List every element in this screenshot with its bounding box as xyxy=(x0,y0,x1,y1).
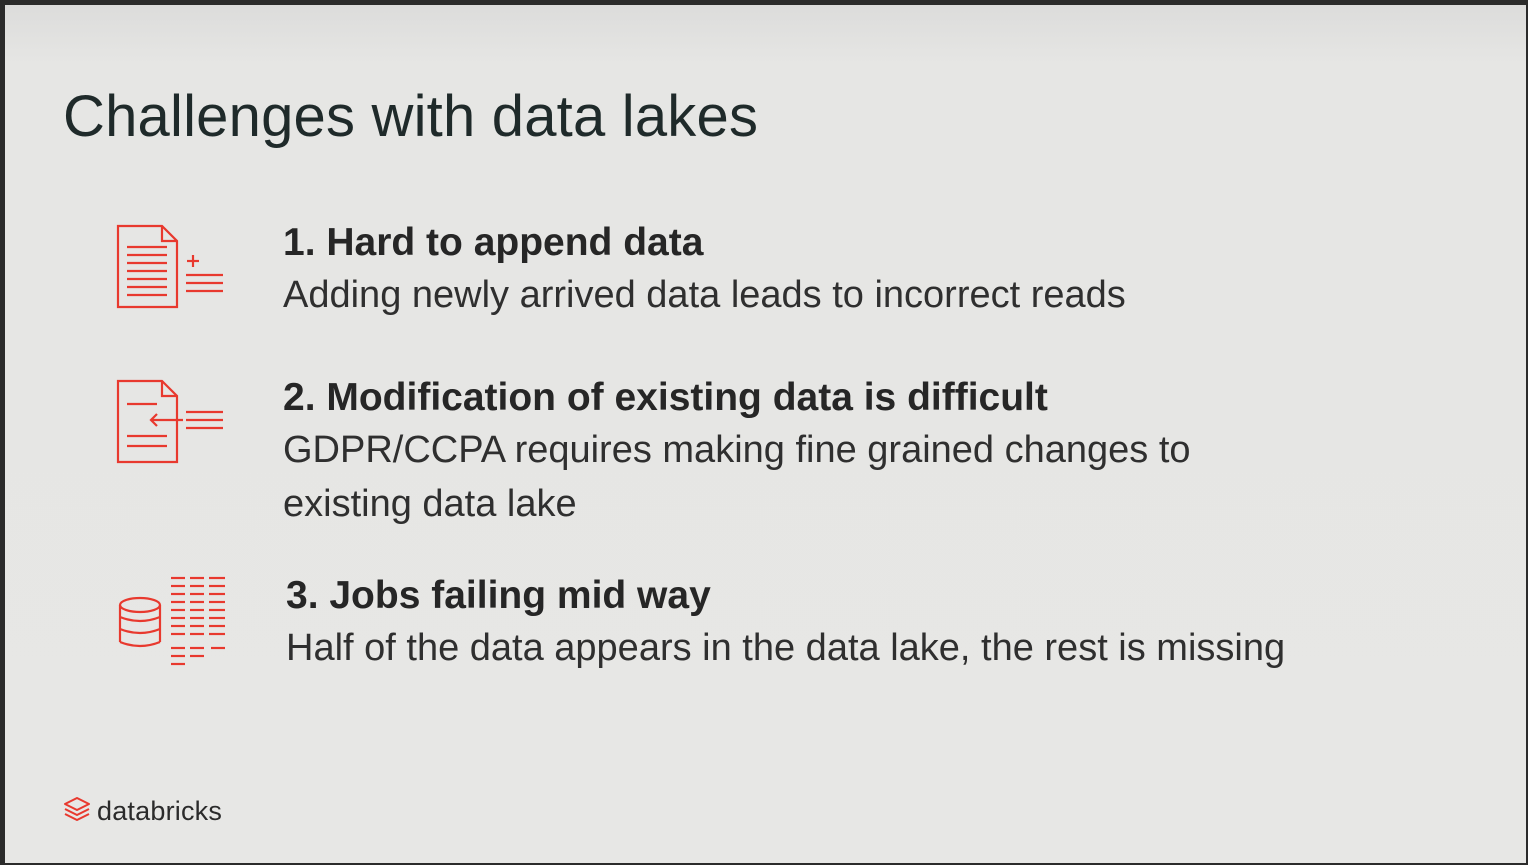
databricks-logo-icon xyxy=(63,795,91,828)
item-text: 1. Hard to append data Adding newly arri… xyxy=(283,218,1463,322)
document-modify-icon xyxy=(115,378,230,478)
item-description: Half of the data appears in the data lak… xyxy=(286,627,1286,669)
item-description: GDPR/CCPA requires making fine grained c… xyxy=(283,429,1191,525)
database-partial-icon xyxy=(115,572,230,672)
logo-text: databricks xyxy=(97,796,223,826)
databricks-logo: databricks xyxy=(63,795,222,828)
document-append-icon xyxy=(115,223,230,323)
slide-title: Challenges with data lakes xyxy=(63,84,759,149)
item-description: Adding newly arrived data leads to incor… xyxy=(283,274,1126,316)
slide: Challenges with data lakes 1. Hard to ap… xyxy=(5,5,1526,863)
item-heading: 2. Modification of existing data is diff… xyxy=(283,376,1048,419)
item-heading: 1. Hard to append data xyxy=(283,221,704,264)
item-heading: 3. Jobs failing mid way xyxy=(286,574,711,617)
video-frame: Challenges with data lakes 1. Hard to ap… xyxy=(0,0,1528,865)
item-text: 2. Modification of existing data is diff… xyxy=(283,373,1463,531)
item-text: 3. Jobs failing mid way Half of the data… xyxy=(286,571,1466,675)
